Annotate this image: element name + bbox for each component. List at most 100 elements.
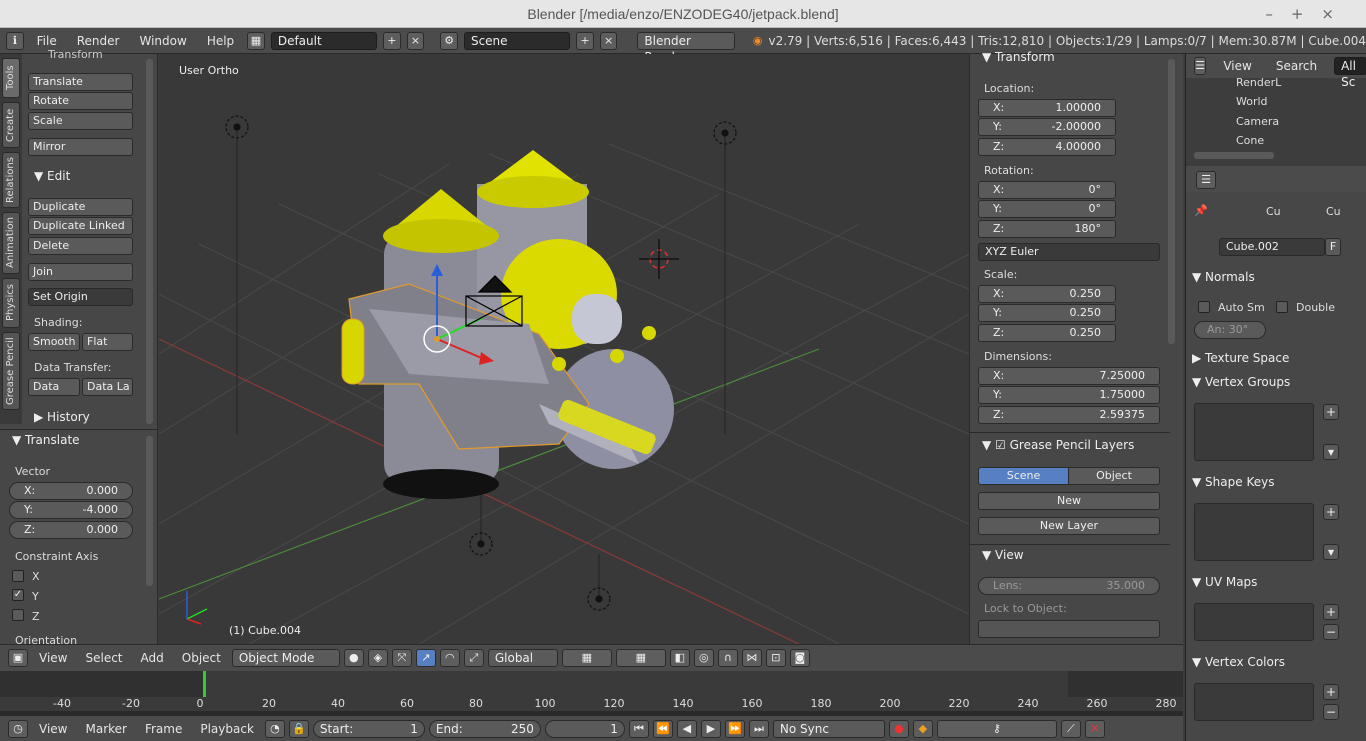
next-keyframe-icon[interactable]: ⏩ [724, 719, 745, 738]
scale-manipulator-icon[interactable]: ⤢ [463, 649, 484, 667]
add-layout-icon[interactable]: + [382, 31, 401, 50]
translate-button[interactable]: Translate [28, 73, 133, 91]
rotation-mode-select[interactable]: XYZ Euler [978, 243, 1160, 261]
location-x-field[interactable]: X: 1.00000 [978, 99, 1116, 117]
npanel-scrollbar[interactable] [1168, 59, 1175, 344]
rotation-z-field[interactable]: Z: 180° [978, 220, 1116, 238]
screen-layout-icon[interactable]: ▦ [247, 31, 265, 50]
edit-panel-header[interactable]: ▼ Edit [34, 169, 70, 183]
lock-range-icon[interactable]: 🔒 [288, 719, 309, 738]
operator-panel-header[interactable]: ▼ Translate [12, 433, 80, 447]
shape-key-menu-button[interactable]: ▾ [1323, 544, 1339, 560]
mode-select[interactable]: Object Mode [231, 649, 340, 667]
vertex-group-menu-button[interactable]: ▾ [1323, 444, 1339, 460]
scene-field[interactable]: Scene [463, 31, 571, 50]
remove-scene-icon[interactable]: × [599, 31, 618, 50]
toolshelf-scrollbar[interactable] [146, 59, 153, 424]
tab-tools[interactable]: Tools [2, 58, 20, 98]
snap-element-icon[interactable]: ⋈ [741, 649, 762, 667]
current-frame-field[interactable]: 1 [544, 719, 625, 738]
dimension-x-field[interactable]: X: 7.25000 [978, 367, 1160, 385]
3d-viewport[interactable]: User Ortho (1) Cube.004 [159, 54, 969, 644]
normals-header[interactable]: ▼ Normals [1192, 270, 1255, 284]
location-z-field[interactable]: Z: 4.00000 [978, 138, 1116, 156]
render-icon[interactable]: ⊡ [765, 649, 786, 667]
tab-create[interactable]: Create [2, 102, 20, 148]
maximize-button[interactable]: + [1291, 5, 1322, 23]
remove-layout-icon[interactable]: × [406, 31, 425, 50]
lock-layers-icon[interactable]: ◧ [669, 649, 690, 667]
lock-object-field[interactable] [978, 620, 1160, 638]
join-button[interactable]: Join [28, 263, 133, 281]
mirror-button[interactable]: Mirror [28, 138, 133, 156]
outliner-scrollbar[interactable] [1194, 152, 1274, 159]
delete-button[interactable]: Delete [28, 237, 133, 255]
auto-smooth-checkbox[interactable] [1198, 301, 1210, 313]
vector-x-field[interactable]: X: 0.000 [9, 482, 133, 500]
proportional-edit-icon[interactable]: ◎ [693, 649, 714, 667]
add-vertex-group-button[interactable]: + [1323, 404, 1339, 420]
view-panel-header[interactable]: ▼ View [982, 548, 1024, 562]
active-keying-set-field[interactable]: ⚷ [936, 719, 1057, 738]
lens-field[interactable]: Lens: 35.000 [978, 577, 1160, 595]
smooth-button[interactable]: Smooth [28, 333, 80, 351]
duplicate-button[interactable]: Duplicate [28, 198, 133, 216]
menu-object[interactable]: Object [175, 651, 228, 665]
remove-vertex-color-button[interactable]: − [1323, 704, 1339, 720]
snap-icon[interactable]: ∩ [717, 649, 738, 667]
outliner-item-cone[interactable]: Cone [1236, 134, 1264, 147]
delete-keyframe-icon[interactable]: ✕ [1084, 719, 1105, 738]
scale-z-field[interactable]: Z: 0.250 [978, 324, 1116, 342]
rotate-button[interactable]: Rotate [28, 92, 133, 110]
3d-cursor[interactable] [639, 239, 679, 279]
start-frame-field[interactable]: Start: 1 [312, 719, 425, 738]
translate-manipulator-icon[interactable]: ↗ [415, 649, 436, 667]
menu-add[interactable]: Add [134, 651, 171, 665]
play-icon[interactable]: ▶ [700, 719, 721, 738]
duplicate-linked-button[interactable]: Duplicate Linked [28, 217, 133, 235]
outliner-view-menu[interactable]: View [1216, 59, 1258, 73]
manipulator-icon[interactable]: ⤧ [391, 649, 412, 667]
outliner-item-camera[interactable]: Camera [1236, 115, 1279, 128]
add-vertex-color-button[interactable]: + [1323, 684, 1339, 700]
timeline-editor-icon[interactable]: ◷ [8, 719, 28, 738]
menu-render[interactable]: Render [70, 34, 127, 48]
properties-editor-icon[interactable]: ☰ [1196, 171, 1216, 189]
constraint-y-checkbox[interactable]: ✓ [12, 589, 24, 601]
scale-y-field[interactable]: Y: 0.250 [978, 304, 1116, 322]
set-origin-select[interactable]: Set Origin [28, 288, 133, 306]
rotate-manipulator-icon[interactable]: ◠ [439, 649, 460, 667]
editor-type-icon[interactable]: ▣ [8, 649, 28, 667]
tab-physics[interactable]: Physics [2, 278, 20, 328]
scale-x-field[interactable]: X: 0.250 [978, 285, 1116, 303]
timeline-menu-playback[interactable]: Playback [193, 722, 261, 736]
info-editor-icon[interactable]: ℹ [6, 31, 24, 50]
menu-window[interactable]: Window [132, 34, 193, 48]
double-sided-checkbox[interactable] [1276, 301, 1288, 313]
uv-maps-list[interactable] [1194, 603, 1314, 641]
layer-buttons-a[interactable]: ▦ [561, 649, 612, 667]
transform-panel-header[interactable]: ▼ Transform [982, 50, 1055, 64]
auto-smooth-angle-field[interactable]: An: 30° [1194, 321, 1266, 339]
menu-select[interactable]: Select [78, 651, 129, 665]
flat-button[interactable]: Flat [82, 333, 133, 351]
gp-scene-button[interactable]: Scene [978, 467, 1069, 485]
gp-object-button[interactable]: Object [1068, 467, 1160, 485]
current-frame-marker[interactable] [203, 671, 206, 697]
add-shape-key-button[interactable]: + [1323, 504, 1339, 520]
preview-range-icon[interactable]: ◔ [264, 719, 285, 738]
vertex-colors-header[interactable]: ▼ Vertex Colors [1192, 655, 1285, 669]
render-engine-select[interactable]: Blender Render [637, 31, 735, 64]
mesh-name-field[interactable]: Cube.002 [1219, 238, 1325, 256]
gp-new-button[interactable]: New [978, 492, 1160, 510]
outliner-item-world[interactable]: World [1236, 95, 1268, 108]
texture-space-header[interactable]: ▶ Texture Space [1192, 351, 1289, 365]
gp-new-layer-button[interactable]: New Layer [978, 517, 1160, 535]
transform-panel-header[interactable]: Transform [48, 48, 103, 61]
menu-help[interactable]: Help [200, 34, 241, 48]
insert-keyframe-icon[interactable]: ⟋ [1060, 719, 1081, 738]
vertex-groups-list[interactable] [1194, 403, 1314, 461]
menu-file[interactable]: File [30, 34, 64, 48]
vector-y-field[interactable]: Y: -4.000 [9, 501, 133, 519]
pin-icon[interactable]: 📌 [1194, 204, 1208, 217]
